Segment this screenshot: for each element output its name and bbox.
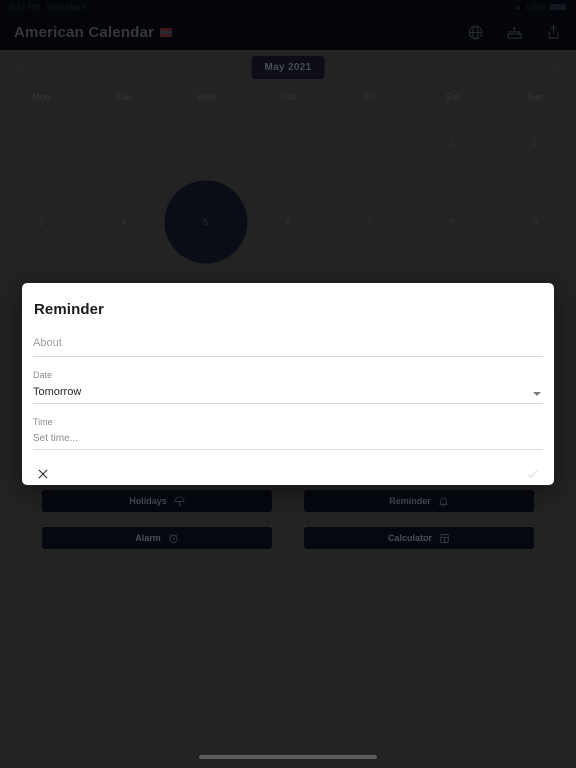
- holidays-button[interactable]: Holidays: [42, 490, 272, 512]
- alarm-button-label: Alarm: [135, 533, 161, 543]
- calculator-button[interactable]: Calculator: [304, 527, 534, 549]
- day-number: 5: [203, 217, 209, 227]
- time-field[interactable]: Time Set time...: [33, 417, 543, 450]
- time-field-placeholder[interactable]: Set time...: [33, 433, 543, 444]
- calculator-icon: [439, 533, 450, 544]
- umbrella-icon: [174, 496, 185, 507]
- day-cell-selected[interactable]: 5: [164, 180, 248, 264]
- about-field[interactable]: About: [33, 337, 543, 357]
- reminder-button-label: Reminder: [389, 496, 431, 506]
- chevron-down-icon[interactable]: [533, 392, 541, 396]
- reminder-dialog: Reminder About Date Tomorrow Time Set ti…: [22, 283, 554, 485]
- time-field-label: Time: [33, 417, 53, 427]
- date-field[interactable]: Date Tomorrow: [33, 370, 543, 404]
- check-icon[interactable]: [525, 466, 540, 481]
- holidays-button-label: Holidays: [129, 496, 167, 506]
- reminder-button[interactable]: Reminder: [304, 490, 534, 512]
- date-field-value[interactable]: Tomorrow: [33, 386, 543, 398]
- home-indicator: [199, 755, 377, 759]
- alarm-clock-icon: [168, 533, 179, 544]
- alarm-button[interactable]: Alarm: [42, 527, 272, 549]
- about-input-placeholder[interactable]: About: [33, 337, 543, 349]
- calculator-button-label: Calculator: [387, 533, 432, 543]
- quick-actions-grid: Holidays Reminder Alarm Calculator: [0, 490, 576, 549]
- date-field-label: Date: [33, 370, 53, 380]
- bell-icon: [438, 496, 449, 507]
- close-icon[interactable]: [36, 467, 50, 481]
- dialog-actions: [33, 450, 543, 481]
- app-screen: 4:12 PM Wed May 5 ▲ 100% American Calend…: [0, 0, 576, 768]
- dialog-title: Reminder: [34, 301, 104, 318]
